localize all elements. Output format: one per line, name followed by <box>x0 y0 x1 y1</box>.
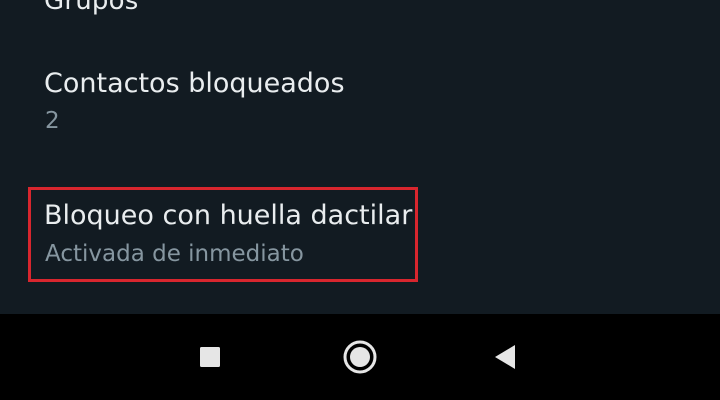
fingerprint-lock-status: Activada de inmediato <box>45 241 304 267</box>
fingerprint-lock-title: Bloqueo con huella dactilar <box>44 200 413 231</box>
home-button[interactable] <box>320 314 400 400</box>
blocked-contacts-item[interactable]: Contactos bloqueados 2 <box>0 60 720 160</box>
blocked-contacts-title: Contactos bloqueados <box>44 68 345 99</box>
system-navigation-bar <box>0 314 720 400</box>
recents-button[interactable] <box>170 314 250 400</box>
back-button[interactable] <box>466 314 546 400</box>
previous-item-title: Grupos <box>44 0 139 16</box>
recents-icon <box>200 347 220 367</box>
blocked-contacts-count: 2 <box>45 108 60 134</box>
fingerprint-lock-item[interactable]: Bloqueo con huella dactilar Activada de … <box>0 186 720 282</box>
home-icon <box>343 340 377 374</box>
settings-screen: Grupos Contactos bloqueados 2 Bloqueo co… <box>0 0 720 400</box>
back-icon <box>495 345 515 369</box>
